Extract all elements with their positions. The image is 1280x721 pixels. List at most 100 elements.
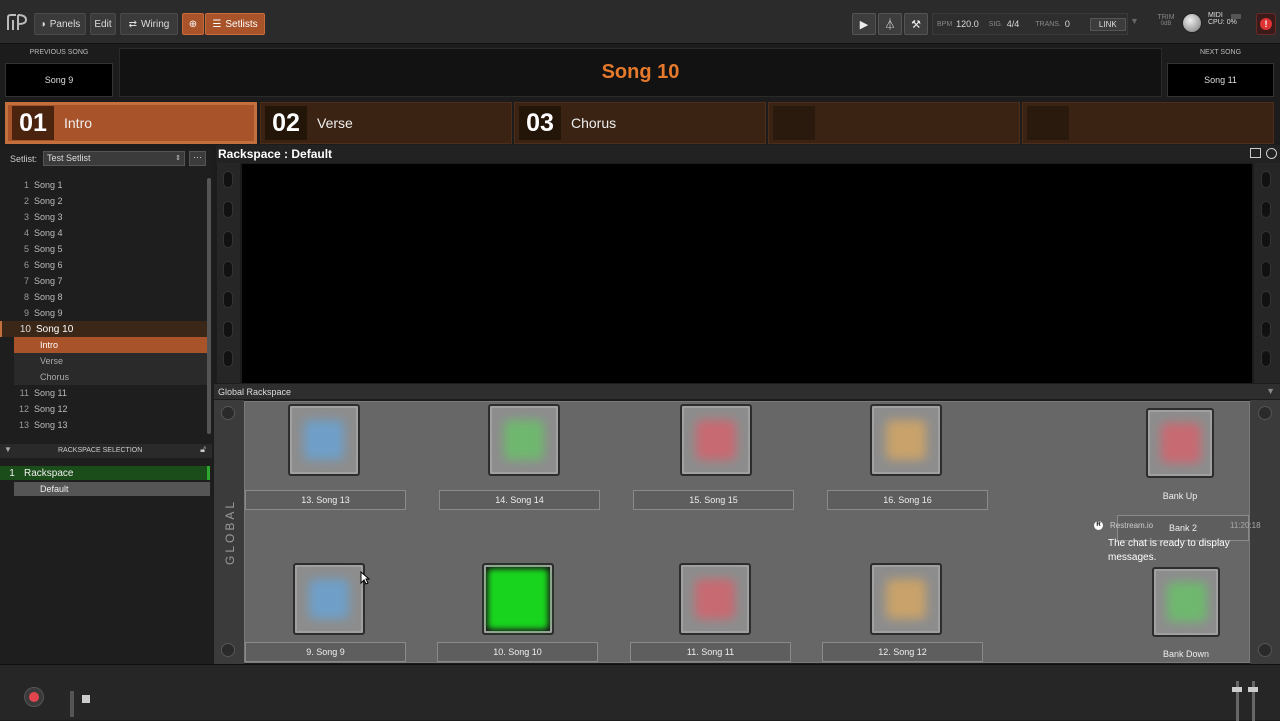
part-number: 02 bbox=[265, 106, 307, 140]
chat-time: 11:20:18 bbox=[1230, 521, 1261, 530]
song-row-current[interactable]: 10 Song 10 bbox=[0, 321, 207, 337]
song-row[interactable]: 13 Song 13 bbox=[0, 417, 207, 433]
setlist-select-value: Test Setlist bbox=[47, 153, 91, 163]
song-row[interactable]: 9 Song 9 bbox=[0, 305, 207, 321]
song-pad-label: 12. Song 12 bbox=[822, 642, 983, 662]
volume-slider-handle[interactable] bbox=[82, 695, 90, 703]
rail-screw bbox=[221, 406, 235, 420]
song-part-row[interactable]: Intro bbox=[14, 337, 207, 353]
lock-icon[interactable]: 🔓︎ bbox=[200, 444, 206, 455]
rackspace-title: Rackspace : Default bbox=[218, 147, 333, 161]
song-row[interactable]: 6 Song 6 bbox=[0, 257, 207, 273]
rail-screw bbox=[1258, 406, 1272, 420]
output-fader-handle[interactable] bbox=[1248, 687, 1258, 692]
song-pad-button[interactable] bbox=[870, 563, 942, 635]
song-pad-button[interactable] bbox=[293, 563, 365, 635]
play-button[interactable]: ▶ bbox=[852, 13, 876, 35]
volume-slider[interactable] bbox=[70, 691, 74, 717]
tuner-button[interactable]: ⚒ bbox=[904, 13, 928, 35]
setlist-select[interactable]: Test Setlist ⇕ bbox=[43, 151, 185, 166]
song-row[interactable]: 11 Song 11 bbox=[0, 385, 207, 401]
record-icon bbox=[29, 692, 39, 702]
song-name: Song 4 bbox=[34, 228, 63, 238]
song-pad-button[interactable] bbox=[680, 404, 752, 476]
metronome-button[interactable]: ⏃ bbox=[878, 13, 902, 35]
next-song-box[interactable]: Song 11 bbox=[1167, 63, 1274, 97]
rackspace-selection-header: ▼ RACKSPACE SELECTION 🔓︎ bbox=[0, 444, 212, 458]
song-row[interactable]: 4 Song 4 bbox=[0, 225, 207, 241]
song-part-row[interactable]: Verse bbox=[14, 353, 207, 369]
part-tab-3[interactable]: 03 Chorus bbox=[514, 102, 766, 144]
song-pad-button[interactable] bbox=[870, 404, 942, 476]
panels-button[interactable]: ◑ Panels bbox=[34, 13, 86, 35]
previous-song-name: Song 9 bbox=[44, 75, 74, 85]
song-row[interactable]: 5 Song 5 bbox=[0, 241, 207, 257]
bank-down-button[interactable] bbox=[1152, 567, 1220, 637]
sig-value[interactable]: 4/4 bbox=[1007, 19, 1020, 29]
song-row[interactable]: 7 Song 7 bbox=[0, 273, 207, 289]
bpm-value[interactable]: 120.0 bbox=[956, 19, 979, 29]
song-name: Song 6 bbox=[34, 260, 63, 270]
rail-slot bbox=[223, 291, 233, 308]
part-tab-2[interactable]: 02 Verse bbox=[260, 102, 512, 144]
globe-button[interactable]: ⊕ bbox=[182, 13, 204, 35]
song-list-scrollbar[interactable] bbox=[207, 178, 211, 434]
part-tab-1[interactable]: 01 Intro bbox=[5, 102, 257, 144]
rackspace-canvas[interactable] bbox=[242, 164, 1252, 383]
collapse-icon[interactable]: ▼ bbox=[4, 445, 12, 454]
wiring-button[interactable]: ⇄ Wiring bbox=[120, 13, 178, 35]
link-button[interactable]: LINK bbox=[1089, 17, 1126, 31]
alert-button[interactable]: ! bbox=[1256, 13, 1276, 35]
more-icon: ··· bbox=[193, 152, 202, 162]
edit-button[interactable]: Edit bbox=[90, 13, 116, 35]
part-name: Intro bbox=[64, 115, 93, 131]
song-pad-button[interactable] bbox=[679, 563, 751, 635]
pad-glow bbox=[309, 579, 349, 619]
song-row[interactable]: 1 Song 1 bbox=[0, 177, 207, 193]
song-name: Song 5 bbox=[34, 244, 63, 254]
next-song-label: NEXT SONG bbox=[1199, 49, 1242, 56]
song-number: 11 bbox=[19, 388, 29, 398]
bank-up-button[interactable] bbox=[1146, 408, 1214, 478]
rail-slot bbox=[1261, 171, 1271, 188]
rail-slot bbox=[1261, 321, 1271, 338]
collapse-arrow-icon[interactable]: ▼ bbox=[1266, 386, 1275, 396]
chat-overlay: R Restream.io 11:20:18 The chat is ready… bbox=[1094, 519, 1264, 569]
song-row[interactable]: 3 Song 3 bbox=[0, 209, 207, 225]
part-tab-empty-2[interactable] bbox=[1022, 102, 1274, 144]
play-icon: ▶ bbox=[859, 18, 869, 31]
song-row[interactable]: 12 Song 12 bbox=[0, 401, 207, 417]
song-pad-button[interactable] bbox=[488, 404, 560, 476]
setlist-menu-button[interactable]: ··· bbox=[189, 151, 206, 166]
part-number-empty bbox=[1027, 106, 1069, 140]
output-fader-handle[interactable] bbox=[1232, 687, 1242, 692]
setlists-button[interactable]: ☰ Setlists bbox=[205, 13, 265, 35]
power-icon[interactable] bbox=[1266, 148, 1277, 159]
panels-icon: ◑ bbox=[39, 18, 46, 30]
trans-value[interactable]: 0 bbox=[1065, 19, 1070, 29]
rail-slot bbox=[223, 201, 233, 218]
song-part-row[interactable]: Chorus bbox=[14, 369, 207, 385]
pad-glow bbox=[886, 579, 926, 619]
song-pad-label: 14. Song 14 bbox=[439, 490, 600, 510]
record-button[interactable] bbox=[24, 687, 44, 707]
app-logo-icon[interactable] bbox=[5, 12, 29, 34]
song-pad-button[interactable] bbox=[288, 404, 360, 476]
part-name: Chorus bbox=[571, 115, 617, 131]
bpm-label: BPM bbox=[937, 20, 953, 28]
song-pad-button[interactable] bbox=[482, 563, 554, 635]
trim-value: 0dB bbox=[1160, 21, 1172, 27]
pad-glow bbox=[886, 420, 926, 460]
window-icon[interactable] bbox=[1250, 148, 1261, 158]
rackspace-row[interactable]: 1 Rackspace bbox=[0, 466, 210, 480]
previous-song-box[interactable]: Song 9 bbox=[5, 63, 113, 97]
variation-row[interactable]: Default bbox=[14, 482, 210, 496]
song-row[interactable]: 2 Song 2 bbox=[0, 193, 207, 209]
song-number: 6 bbox=[23, 260, 29, 270]
trim-knob[interactable] bbox=[1182, 13, 1202, 33]
rail-slot bbox=[1261, 291, 1271, 308]
song-row[interactable]: 8 Song 8 bbox=[0, 289, 207, 305]
part-tab-empty-1[interactable] bbox=[768, 102, 1020, 144]
next-song-name: Song 11 bbox=[1204, 75, 1237, 85]
dropdown-arrow-icon[interactable]: ▼ bbox=[1130, 16, 1144, 32]
